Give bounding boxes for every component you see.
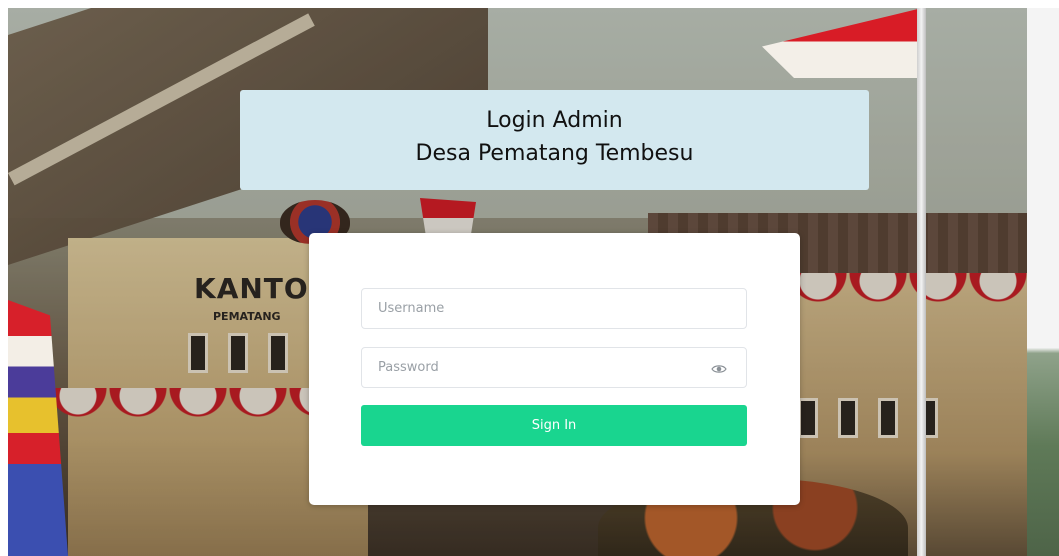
login-title-box: Login Admin Desa Pematang Tembesu xyxy=(240,90,869,190)
username-field-wrapper xyxy=(361,288,747,329)
eye-icon[interactable] xyxy=(711,362,727,374)
background-right-strip xyxy=(1027,8,1059,556)
page-title: Login Admin xyxy=(486,108,623,133)
login-card: Sign In xyxy=(309,233,800,505)
password-field-wrapper xyxy=(361,347,747,388)
login-page: KANTOR PEMATANG Login Admin Desa Pematan… xyxy=(0,0,1059,556)
username-input[interactable] xyxy=(362,289,746,328)
password-input[interactable] xyxy=(362,348,746,387)
sign-in-button[interactable]: Sign In xyxy=(361,405,747,446)
page-subtitle: Desa Pematang Tembesu xyxy=(415,141,694,166)
background-flag-pole xyxy=(917,8,926,556)
